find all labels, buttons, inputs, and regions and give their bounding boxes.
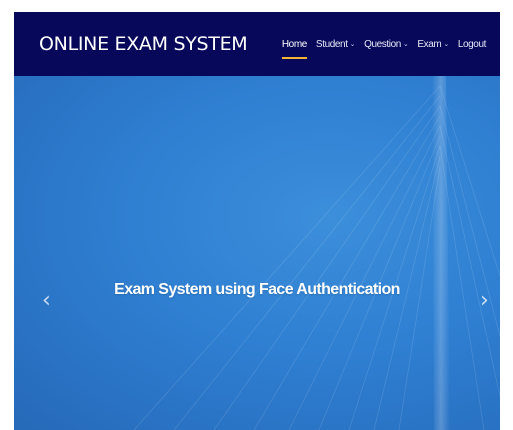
nav-item-student[interactable]: Student ⌄ (315, 34, 356, 54)
nav-menu: Home Student ⌄ Question ⌄ Exam ⌄ Logout (281, 34, 487, 59)
brand-title[interactable]: ONLINE EXAM SYSTEM (39, 33, 248, 55)
nav-item-label: Home (281, 38, 307, 50)
top-navbar: ONLINE EXAM SYSTEM Home Student ⌄ Questi… (14, 12, 500, 76)
nav-item-label: Question (364, 38, 401, 50)
carousel-caption: Exam System using Face Authentication (114, 281, 400, 298)
nav-item-logout[interactable]: Logout (457, 34, 487, 54)
nav-item-question[interactable]: Question ⌄ (364, 34, 409, 54)
chevron-right-icon[interactable]: › (480, 290, 489, 312)
nav-item-exam[interactable]: Exam ⌄ (417, 34, 449, 54)
chevron-down-icon: ⌄ (349, 41, 356, 48)
app-frame: ONLINE EXAM SYSTEM Home Student ⌄ Questi… (14, 12, 500, 430)
chevron-down-icon: ⌄ (402, 41, 409, 48)
nav-item-home[interactable]: Home (281, 34, 307, 59)
hero-carousel: ‹ Exam System using Face Authentication … (14, 76, 500, 430)
nav-item-label: Logout (457, 38, 487, 50)
nav-item-label: Student (315, 38, 348, 50)
bridge-cables-background (133, 76, 500, 430)
chevron-down-icon: ⌄ (443, 41, 449, 48)
nav-item-label: Exam (417, 38, 442, 50)
